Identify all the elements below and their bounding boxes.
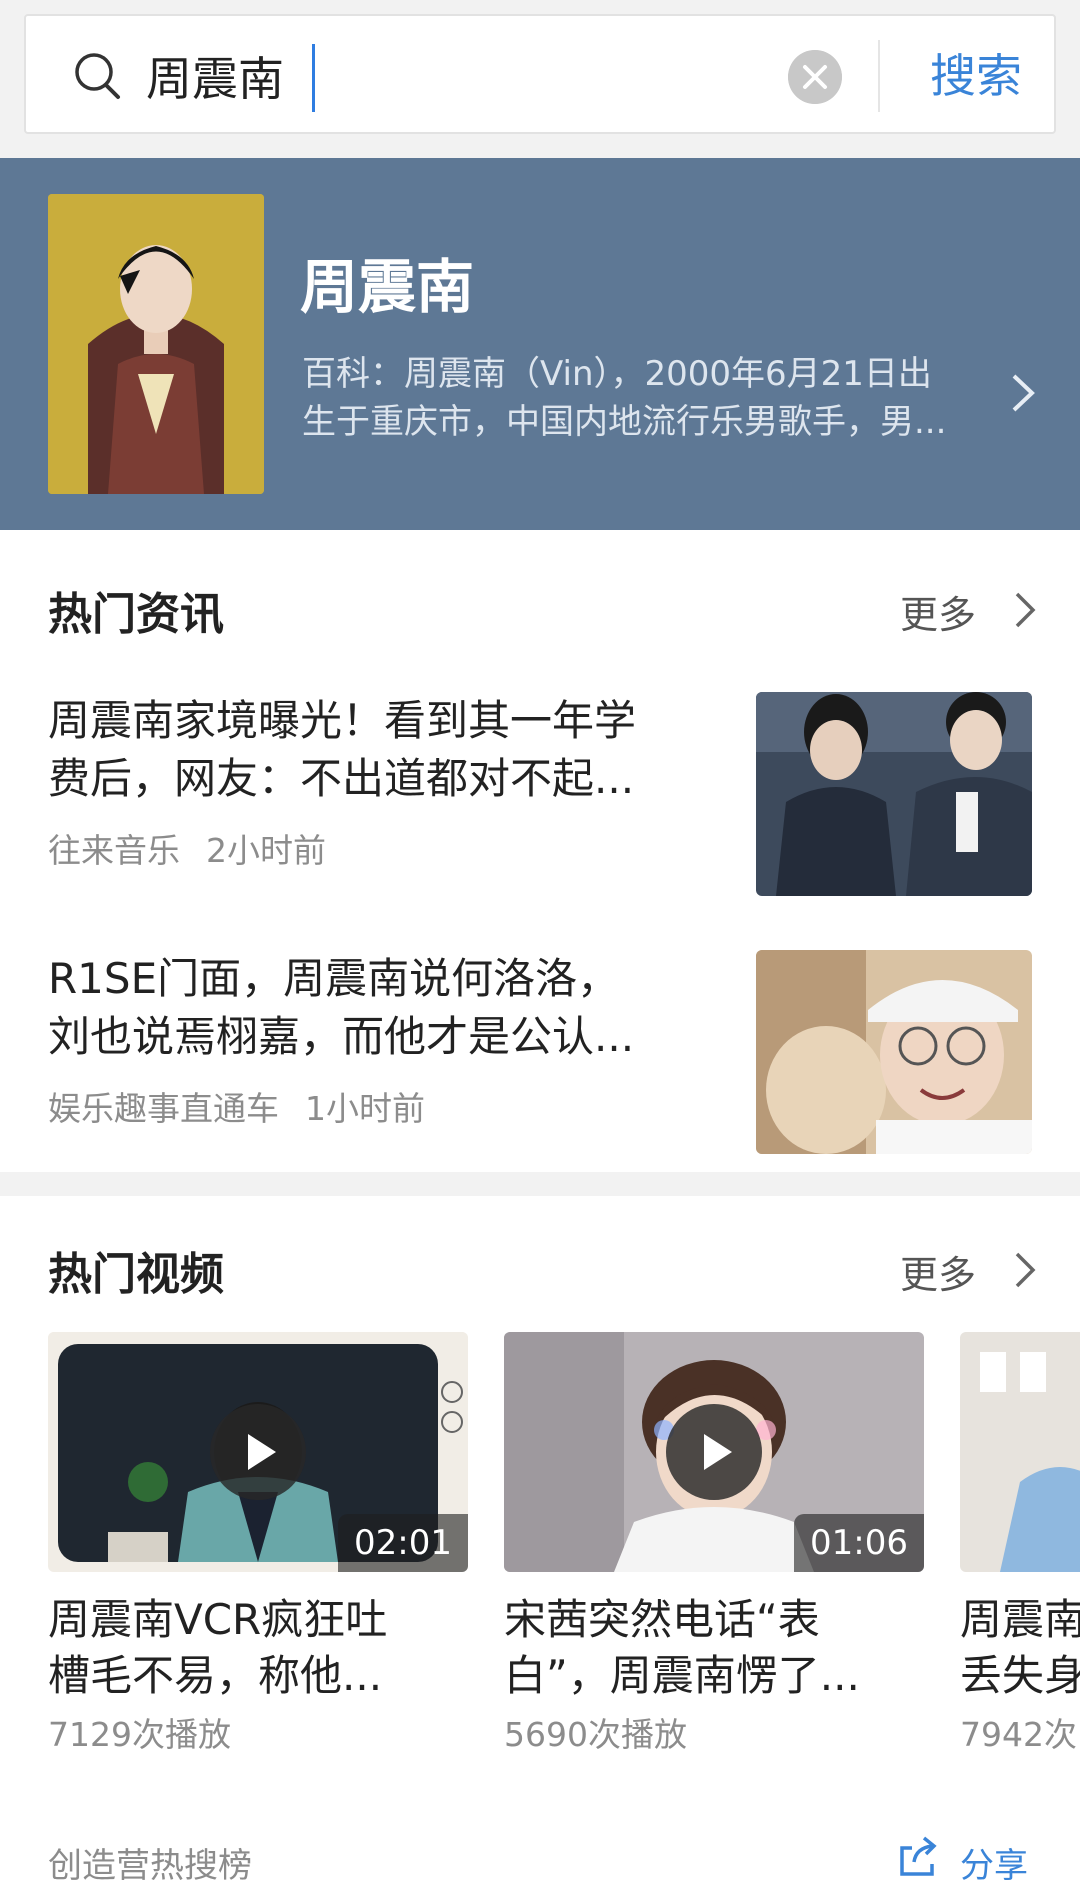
search-bar: 搜索 xyxy=(0,0,1080,158)
section-title: 热门视频 xyxy=(48,1249,224,1300)
news-title-line: 费后，网友：不出道都对不起... xyxy=(48,754,635,803)
chevron-right-icon[interactable] xyxy=(1012,588,1038,632)
video-card[interactable]: 周震南 丢失身 7942次 xyxy=(960,1332,1080,1756)
play-icon[interactable] xyxy=(210,1404,306,1500)
profile-desc-line: 生于重庆市，中国内地流行乐男歌手，男... xyxy=(302,402,947,442)
video-title-line: 周震南 xyxy=(960,1595,1080,1644)
video-thumbnail xyxy=(960,1332,1080,1572)
profile-name: 周震南 xyxy=(300,253,475,321)
search-button[interactable]: 搜索 xyxy=(906,38,1046,114)
search-divider xyxy=(878,40,880,112)
news-source: 往来音乐 xyxy=(48,831,180,870)
video-card[interactable]: 02:01 周震南VCR疯狂吐 槽毛不易，称他... 7129次播放 xyxy=(48,1332,468,1756)
video-play-count: 7942次 xyxy=(960,1715,1077,1754)
news-meta: 往来音乐 2小时前 xyxy=(48,824,326,872)
news-source: 娱乐趣事直通车 xyxy=(48,1089,279,1128)
video-thumbnail: 02:01 xyxy=(48,1332,468,1572)
video-thumbnail-image xyxy=(960,1332,1080,1572)
news-title: R1SE门面，周震南说何洛洛， 刘也说焉栩嘉，而他才是公认... xyxy=(48,950,728,1066)
news-thumbnail xyxy=(756,692,1032,896)
chevron-right-icon[interactable] xyxy=(1008,368,1038,418)
news-item[interactable]: 周震南家境曝光！看到其一年学 费后，网友：不出道都对不起... 往来音乐 2小时前 xyxy=(48,692,1038,902)
video-title: 周震南 丢失身 xyxy=(960,1592,1080,1704)
news-title: 周震南家境曝光！看到其一年学 费后，网友：不出道都对不起... xyxy=(48,692,728,808)
video-title: 宋茜突然电话“表 白”，周震南愣了... xyxy=(504,1592,924,1704)
news-section: 热门资讯 更多 周震南家境曝光！看到其一年学 费后，网友：不出道都对不起... … xyxy=(0,530,1080,1172)
video-card[interactable]: 01:06 宋茜突然电话“表 白”，周震南愣了... 5690次播放 xyxy=(504,1332,924,1756)
news-time: 2小时前 xyxy=(206,831,326,870)
text-caret xyxy=(312,44,315,112)
news-title-line: R1SE门面，周震南说何洛洛， xyxy=(48,954,620,1003)
video-title-line: 槽毛不易，称他... xyxy=(48,1651,383,1700)
video-thumbnail: 01:06 xyxy=(504,1332,924,1572)
news-title-line: 周震南家境曝光！看到其一年学 xyxy=(48,696,637,745)
hot-search-label[interactable]: 创造营热搜榜 xyxy=(48,1838,252,1884)
news-thumbnail xyxy=(756,950,1032,1154)
video-duration: 02:01 xyxy=(338,1514,468,1572)
news-time: 1小时前 xyxy=(305,1089,425,1128)
share-icon[interactable] xyxy=(896,1834,940,1880)
search-box[interactable]: 搜索 xyxy=(24,14,1056,134)
play-icon[interactable] xyxy=(666,1404,762,1500)
clear-icon[interactable] xyxy=(788,50,842,104)
news-item[interactable]: R1SE门面，周震南说何洛洛， 刘也说焉栩嘉，而他才是公认... 娱乐趣事直通车… xyxy=(48,950,1038,1160)
more-button[interactable]: 更多 xyxy=(900,584,976,639)
video-duration: 01:06 xyxy=(794,1514,924,1572)
profile-photo xyxy=(48,194,264,494)
video-title-line: 周震南VCR疯狂吐 xyxy=(48,1595,388,1644)
video-title-line: 丢失身 xyxy=(960,1651,1080,1700)
profile-card[interactable]: 周震南 百科：周震南（Vin），2000年6月21日出 生于重庆市，中国内地流行… xyxy=(0,158,1080,530)
video-title-line: 白”，周震南愣了... xyxy=(504,1651,860,1700)
news-title-line: 刘也说焉栩嘉，而他才是公认... xyxy=(48,1012,635,1061)
profile-desc-line: 百科：周震南（Vin），2000年6月21日出 xyxy=(302,354,932,394)
more-button[interactable]: 更多 xyxy=(900,1244,976,1299)
chevron-right-icon[interactable] xyxy=(1012,1248,1038,1292)
share-button[interactable]: 分享 xyxy=(960,1838,1028,1884)
video-title-line: 宋茜突然电话“表 xyxy=(504,1595,820,1644)
search-icon xyxy=(75,53,120,99)
video-play-count: 5690次播放 xyxy=(504,1715,687,1754)
search-input[interactable] xyxy=(146,42,786,110)
video-title: 周震南VCR疯狂吐 槽毛不易，称他... xyxy=(48,1592,468,1704)
section-title: 热门资讯 xyxy=(48,589,224,640)
profile-description: 百科：周震南（Vin），2000年6月21日出 生于重庆市，中国内地流行乐男歌手… xyxy=(302,350,982,446)
news-meta: 娱乐趣事直通车 1小时前 xyxy=(48,1082,425,1130)
video-play-count: 7129次播放 xyxy=(48,1715,231,1754)
